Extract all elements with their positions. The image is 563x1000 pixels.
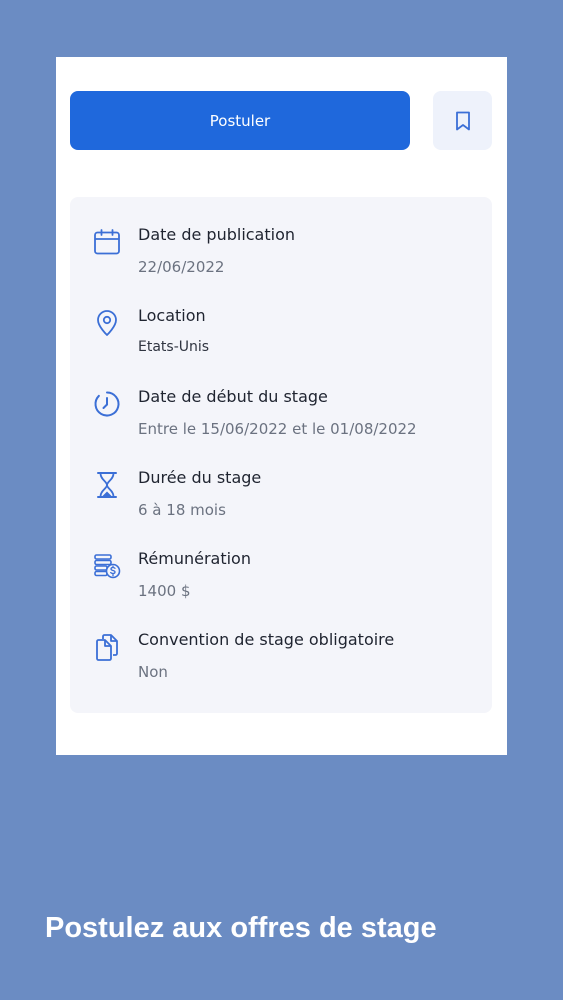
detail-value: 1400 $ (138, 582, 191, 600)
job-offer-card: Postuler Date de publication 22/06/2022 (56, 57, 507, 755)
calendar-icon (92, 227, 122, 257)
detail-label: Durée du stage (138, 468, 262, 487)
detail-label: Rémunération (138, 549, 251, 568)
detail-duration: Durée du stage 6 à 18 mois (70, 440, 492, 519)
detail-internship-agreement: Convention de stage obligatoire Non (70, 602, 492, 681)
detail-label: Location (138, 306, 206, 325)
detail-value: 6 à 18 mois (138, 501, 226, 519)
detail-remuneration: Rémunération 1400 $ (70, 521, 492, 600)
clock-icon (92, 389, 122, 419)
detail-location: Location Etats-Unis (70, 278, 492, 355)
detail-label: Date de publication (138, 225, 296, 244)
detail-value: Non (138, 663, 168, 681)
bookmark-icon (454, 110, 472, 132)
location-pin-icon (92, 308, 122, 338)
hourglass-icon (92, 470, 122, 500)
detail-publication-date: Date de publication 22/06/2022 (70, 197, 492, 276)
detail-value: Entre le 15/06/2022 et le 01/08/2022 (138, 420, 417, 438)
bookmark-button[interactable] (433, 91, 492, 150)
detail-label: Date de début du stage (138, 387, 328, 406)
apply-button[interactable]: Postuler (70, 91, 410, 150)
coins-icon (92, 551, 122, 581)
promo-caption: Postulez aux offres de stage (45, 912, 437, 944)
offer-details-panel: Date de publication 22/06/2022 Location … (70, 197, 492, 713)
documents-icon (92, 632, 122, 662)
detail-value: Etats-Unis (138, 339, 210, 355)
detail-start-date: Date de début du stage Entre le 15/06/20… (70, 359, 492, 438)
detail-label: Convention de stage obligatoire (138, 630, 395, 649)
detail-value: 22/06/2022 (138, 258, 225, 276)
